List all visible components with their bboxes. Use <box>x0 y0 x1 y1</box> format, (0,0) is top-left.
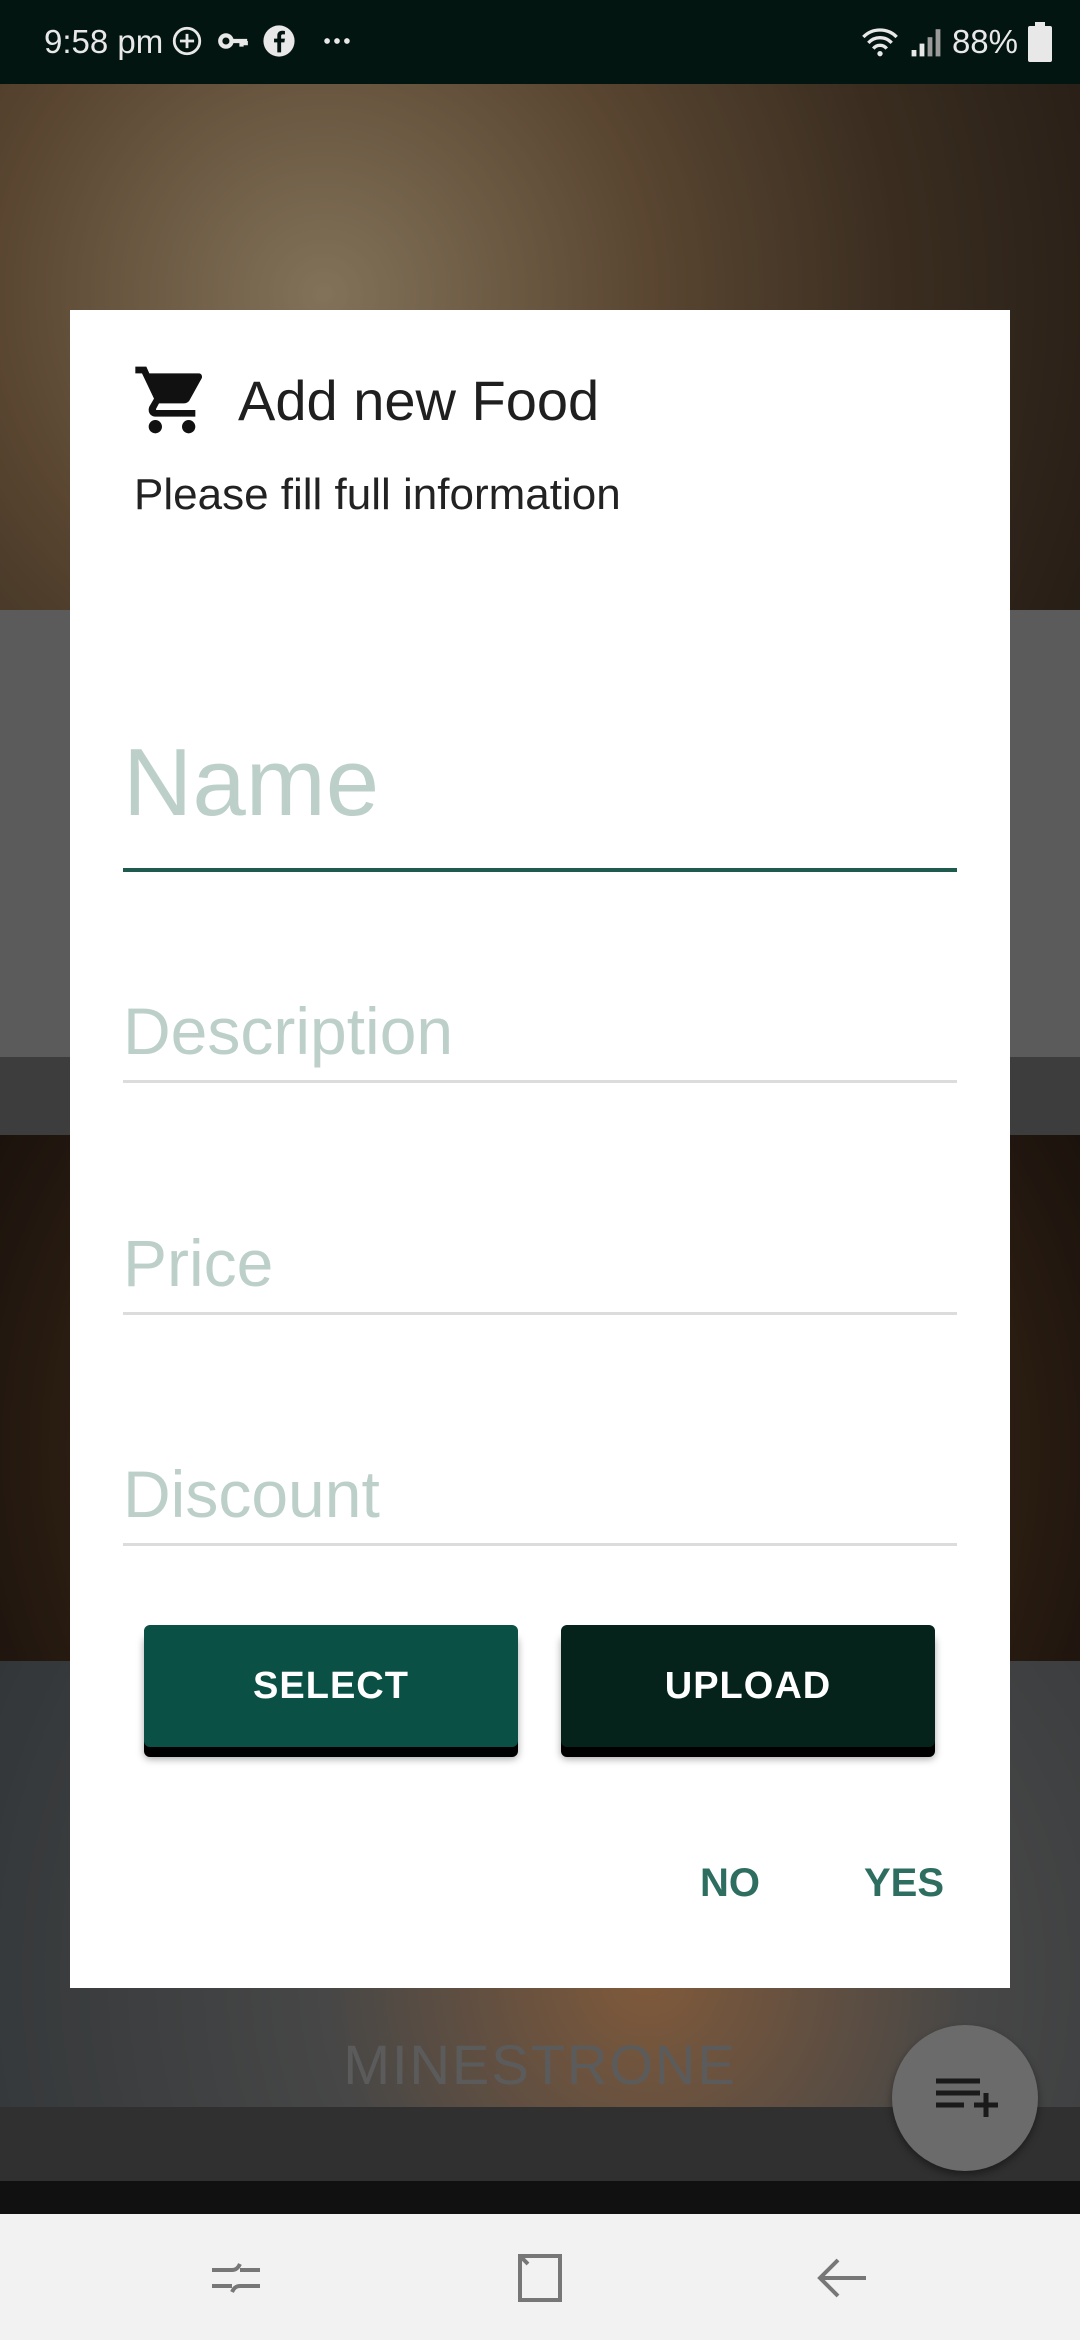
yes-button[interactable]: YES <box>858 1860 950 1907</box>
description-field <box>123 970 957 1083</box>
add-food-fab[interactable] <box>892 2025 1038 2171</box>
battery-icon <box>1028 22 1052 62</box>
system-nav-bar <box>0 2214 1080 2340</box>
name-field <box>123 708 957 872</box>
name-input[interactable] <box>123 718 957 848</box>
more-dots-icon <box>324 38 350 44</box>
playlist-add-icon <box>936 2078 998 2117</box>
status-time: 9:58 pm <box>44 23 164 60</box>
key-icon <box>218 33 248 49</box>
wifi-icon <box>862 28 898 57</box>
upload-button[interactable]: UPLOAD <box>561 1625 935 1747</box>
no-button[interactable]: NO <box>694 1860 766 1907</box>
recents-icon[interactable] <box>206 2250 266 2306</box>
add-food-dialog: Add new Food Please fill full informatio… <box>70 310 1010 1988</box>
battery-percent: 88% <box>951 23 1018 60</box>
back-icon[interactable] <box>812 2250 872 2306</box>
description-input[interactable] <box>123 986 957 1076</box>
select-button[interactable]: SELECT <box>144 1625 518 1747</box>
price-field <box>123 1202 957 1315</box>
dialog-message: Please fill full information <box>134 470 621 519</box>
price-input[interactable] <box>123 1218 957 1308</box>
add-circle-icon <box>172 26 202 56</box>
dialog-title: Add new Food <box>238 369 600 432</box>
status-right: 88% <box>860 22 1052 62</box>
cart-icon <box>135 366 202 434</box>
status-bar: 9:58 pm 88% <box>0 0 1080 84</box>
signal-icon <box>911 29 941 57</box>
discount-field <box>123 1433 957 1546</box>
home-icon[interactable] <box>510 2250 570 2306</box>
facebook-icon <box>263 25 295 57</box>
discount-input[interactable] <box>123 1449 957 1539</box>
